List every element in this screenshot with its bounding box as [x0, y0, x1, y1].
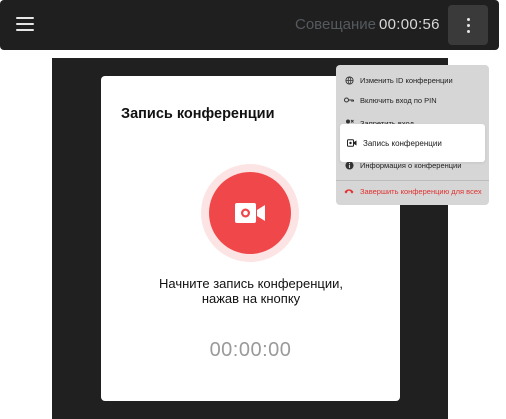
menu-item-label: Запись конференции	[363, 138, 442, 148]
hangup-icon	[344, 186, 354, 196]
top-bar: Совещание 00:00:56	[0, 0, 499, 50]
more-vertical-icon	[466, 17, 470, 21]
menu-item-label: Включить вход по PIN	[360, 95, 437, 105]
key-icon	[344, 95, 354, 105]
more-options-button[interactable]	[448, 5, 488, 45]
menu-item-label: Завершить конференцию для всех	[360, 186, 482, 196]
video-camera-icon	[347, 138, 357, 148]
menu-item-enable-pin[interactable]: Включить вход по PIN	[336, 90, 489, 110]
menu-item-end-for-all[interactable]: Завершить конференцию для всех	[336, 181, 489, 201]
menu-item-change-id[interactable]: Изменить ID конференции	[336, 70, 489, 90]
dialog-instruction: Начните запись конференции, нажав на кно…	[159, 276, 343, 306]
video-camera-icon	[235, 203, 265, 223]
dialog-title: Запись конференции	[121, 106, 275, 122]
start-recording-button[interactable]	[209, 172, 291, 254]
recording-timer: 00:00:00	[209, 339, 292, 361]
menu-hamburger-icon[interactable]	[16, 17, 34, 31]
meeting-title: Совещание	[295, 16, 377, 33]
menu-item-recording[interactable]: Запись конференции	[340, 124, 485, 162]
globe-icon	[344, 75, 354, 85]
menu-item-label: Изменить ID конференции	[360, 75, 453, 85]
meeting-timer: 00:00:56	[379, 16, 440, 33]
